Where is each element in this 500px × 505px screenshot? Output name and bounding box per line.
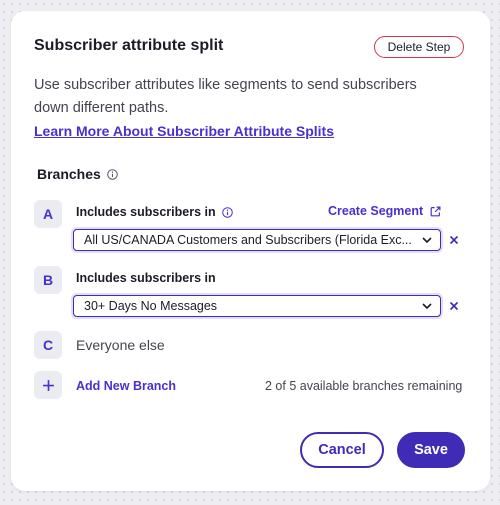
branches-heading-label: Branches	[37, 166, 101, 182]
branches-heading: Branches	[37, 166, 118, 182]
branch-a-selected-value: All US/CANADA Customers and Subscribers …	[84, 233, 412, 247]
branch-c-badge: C	[34, 331, 62, 359]
add-new-branch-link[interactable]: Add New Branch	[76, 379, 176, 393]
external-link-icon	[430, 206, 441, 216]
chevron-down-icon	[422, 303, 432, 309]
plus-icon	[42, 379, 54, 391]
branch-b-badge: B	[34, 266, 62, 294]
cancel-button[interactable]: Cancel	[300, 432, 384, 468]
branch-b-label: Includes subscribers in	[76, 271, 216, 285]
branch-b-label-text: Includes subscribers in	[76, 271, 216, 285]
info-icon[interactable]	[221, 206, 233, 218]
learn-more-link[interactable]: Learn More About Subscriber Attribute Sp…	[34, 123, 334, 139]
branch-b-selected-value: 30+ Days No Messages	[84, 299, 218, 313]
chevron-down-icon	[422, 237, 432, 243]
branches-remaining-text: 2 of 5 available branches remaining	[265, 379, 463, 393]
create-segment-link[interactable]: Create Segment	[328, 204, 441, 218]
split-settings-panel: Subscriber attribute split Delete Step U…	[11, 11, 490, 491]
panel-title: Subscriber attribute split	[34, 37, 224, 54]
branch-b-segment-select[interactable]: 30+ Days No Messages	[73, 295, 441, 317]
info-icon[interactable]	[107, 168, 118, 180]
branch-c-label: Everyone else	[76, 337, 165, 353]
branch-a-label: Includes subscribers in	[76, 205, 233, 219]
remove-branch-a-icon[interactable]	[449, 235, 459, 245]
panel-description: Use subscriber attributes like segments …	[34, 77, 417, 116]
remove-branch-b-icon[interactable]	[449, 301, 459, 311]
add-branch-button[interactable]	[34, 371, 62, 399]
branch-a-label-text: Includes subscribers in	[76, 205, 216, 219]
branch-a-segment-select[interactable]: All US/CANADA Customers and Subscribers …	[73, 229, 441, 251]
delete-step-button[interactable]: Delete Step	[374, 36, 464, 58]
create-segment-label: Create Segment	[328, 204, 424, 218]
save-button[interactable]: Save	[397, 432, 465, 468]
branch-a-badge: A	[34, 200, 62, 228]
